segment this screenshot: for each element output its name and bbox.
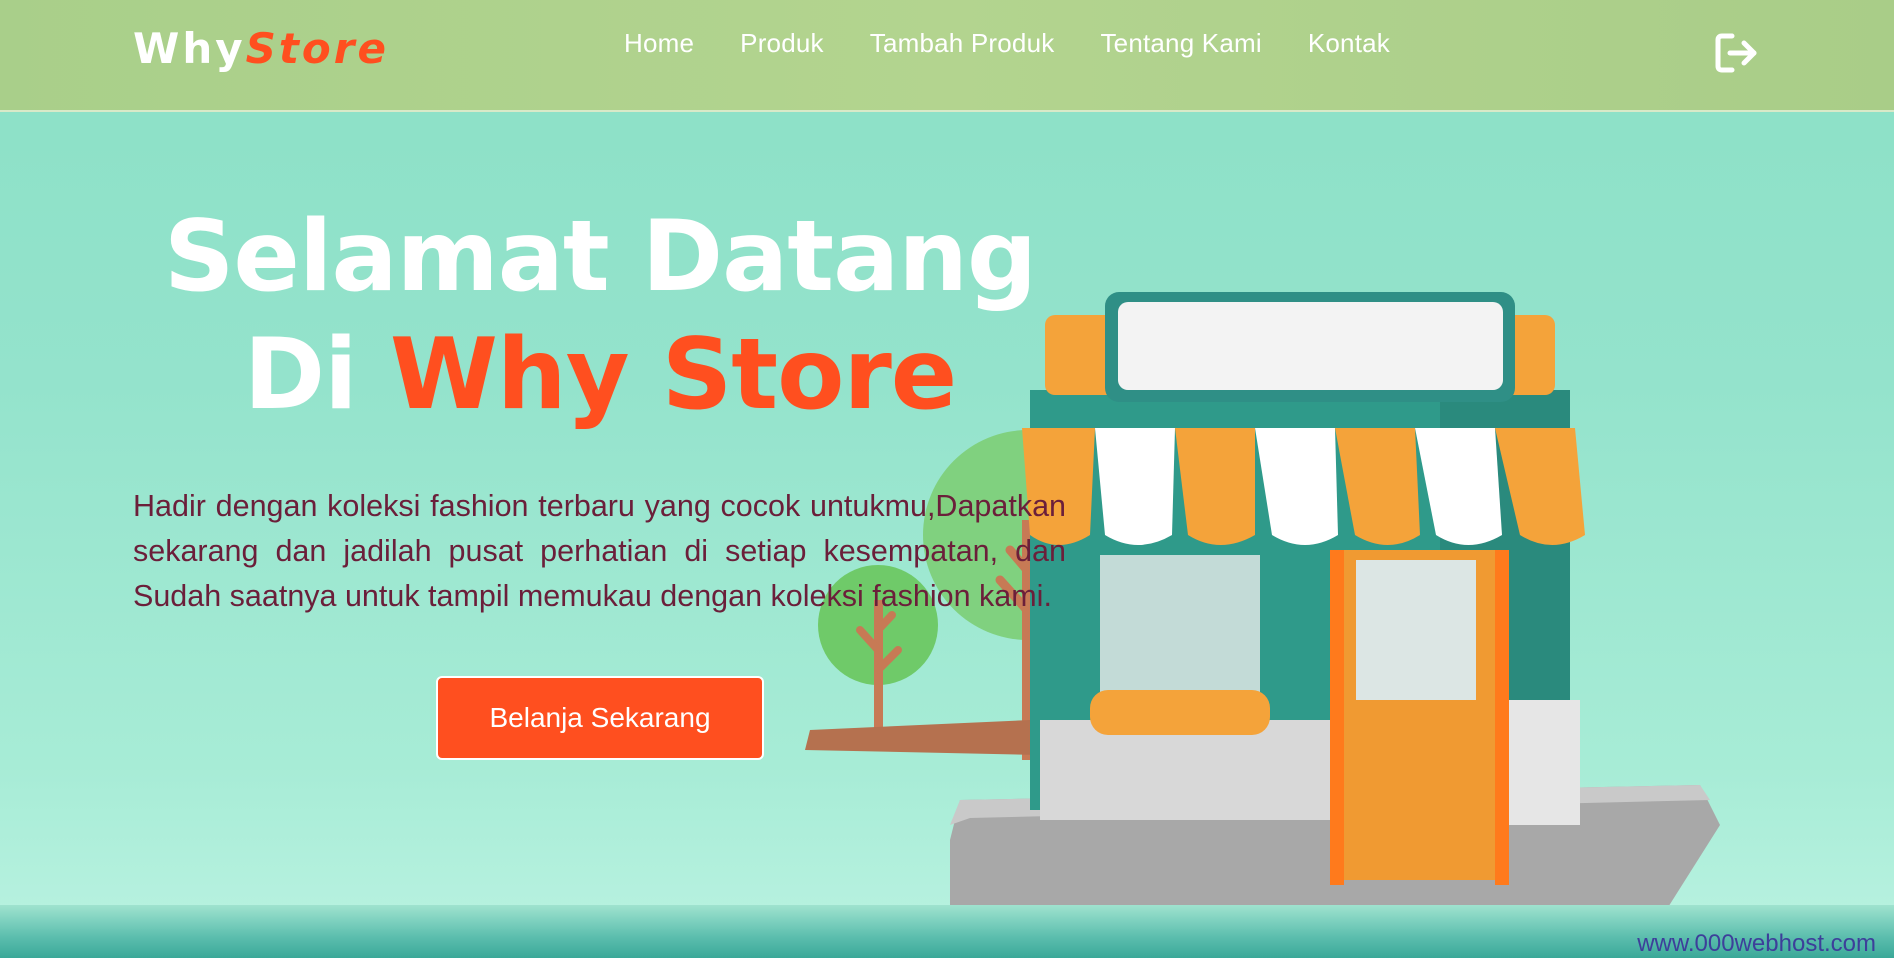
main-nav: Home Produk Tambah Produk Tentang Kami K… [624,28,1436,59]
brand-name-part1: Why [133,24,246,73]
brand-logo[interactable]: WhyStore [133,24,389,73]
shop-now-button[interactable]: Belanja Sekarang [436,676,764,760]
top-navbar: WhyStore Home Produk Tambah Produk Tenta… [0,0,1894,112]
host-watermark[interactable]: www.000webhost.com [1637,930,1876,958]
hero-title: Selamat Datang Di Why Store [150,198,1050,434]
nav-link-kontak[interactable]: Kontak [1308,28,1390,59]
hero-title-accent: Why Store [389,318,957,432]
hero-title-line1: Selamat Datang [163,200,1037,314]
hero-title-line2: Di Why Store [150,316,1050,434]
nav-link-tambah-produk[interactable]: Tambah Produk [870,28,1055,59]
brand-name-part2: Store [245,24,389,73]
hero-title-prefix: Di [243,318,358,432]
hero-description: Hadir dengan koleksi fashion terbaru yan… [133,488,1066,613]
nav-link-tentang-kami[interactable]: Tentang Kami [1100,28,1261,59]
nav-link-home[interactable]: Home [624,28,694,59]
logout-icon[interactable] [1714,32,1760,74]
footer-band [0,905,1894,958]
nav-link-produk[interactable]: Produk [740,28,824,59]
